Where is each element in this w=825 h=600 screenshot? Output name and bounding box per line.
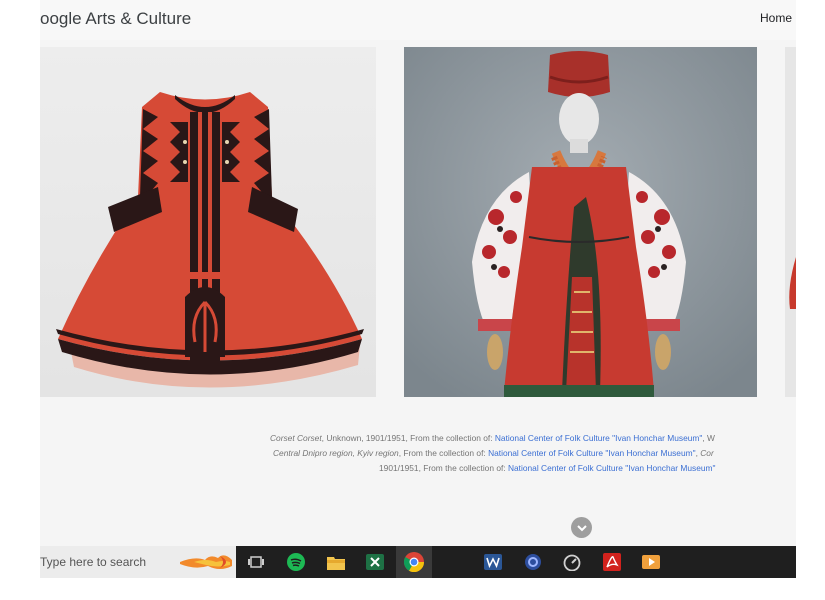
caption-line-1: Corset Corset, Unknown, 1901/1951, From … bbox=[270, 433, 715, 443]
spotify-icon[interactable] bbox=[285, 551, 307, 573]
task-view-icon[interactable] bbox=[245, 551, 267, 573]
chevron-down-icon bbox=[576, 524, 587, 531]
brand-logo[interactable]: oogle Arts & Culture bbox=[40, 9, 191, 29]
artwork-captions: Corset Corset, Unknown, 1901/1951, From … bbox=[220, 431, 796, 476]
collection-link-1[interactable]: National Center of Folk Culture "Ivan Ho… bbox=[495, 433, 703, 443]
word-icon[interactable] bbox=[482, 551, 504, 573]
media-player-icon[interactable] bbox=[640, 551, 662, 573]
windows-taskbar: Type here to search bbox=[40, 546, 796, 578]
excel-icon[interactable] bbox=[364, 551, 386, 573]
collection-link-3[interactable]: National Center of Folk Culture "Ivan Ho… bbox=[508, 463, 716, 473]
top-app-bar: oogle Arts & Culture Home bbox=[40, 0, 796, 40]
acrobat-icon[interactable] bbox=[601, 551, 623, 573]
app-settings-icon[interactable] bbox=[522, 551, 544, 573]
red-corset-artwork bbox=[40, 47, 376, 397]
caption-line-3: 1901/1951, From the collection of: Natio… bbox=[379, 463, 716, 473]
artwork-card-1[interactable] bbox=[40, 47, 376, 397]
scroll-down-button[interactable] bbox=[571, 517, 592, 538]
artwork-card-3[interactable] bbox=[785, 47, 796, 397]
artwork-card-2[interactable] bbox=[404, 47, 757, 397]
taskbar-search-box[interactable]: Type here to search bbox=[40, 546, 236, 578]
collection-link-2[interactable]: National Center of Folk Culture "Ivan Ho… bbox=[488, 448, 696, 458]
speedometer-icon[interactable] bbox=[561, 551, 583, 573]
partial-artwork bbox=[785, 47, 796, 397]
costume-on-mannequin-artwork bbox=[404, 47, 757, 397]
caption-line-2: Central Dnipro region, Kyiv region, From… bbox=[273, 448, 714, 458]
chrome-icon[interactable] bbox=[403, 551, 425, 573]
flame-doodle-icon bbox=[180, 555, 232, 569]
search-placeholder: Type here to search bbox=[40, 555, 147, 569]
nav-home-link[interactable]: Home bbox=[760, 11, 792, 25]
file-explorer-icon[interactable] bbox=[325, 551, 347, 573]
browser-viewport: oogle Arts & Culture Home Corset Corset,… bbox=[40, 0, 796, 578]
